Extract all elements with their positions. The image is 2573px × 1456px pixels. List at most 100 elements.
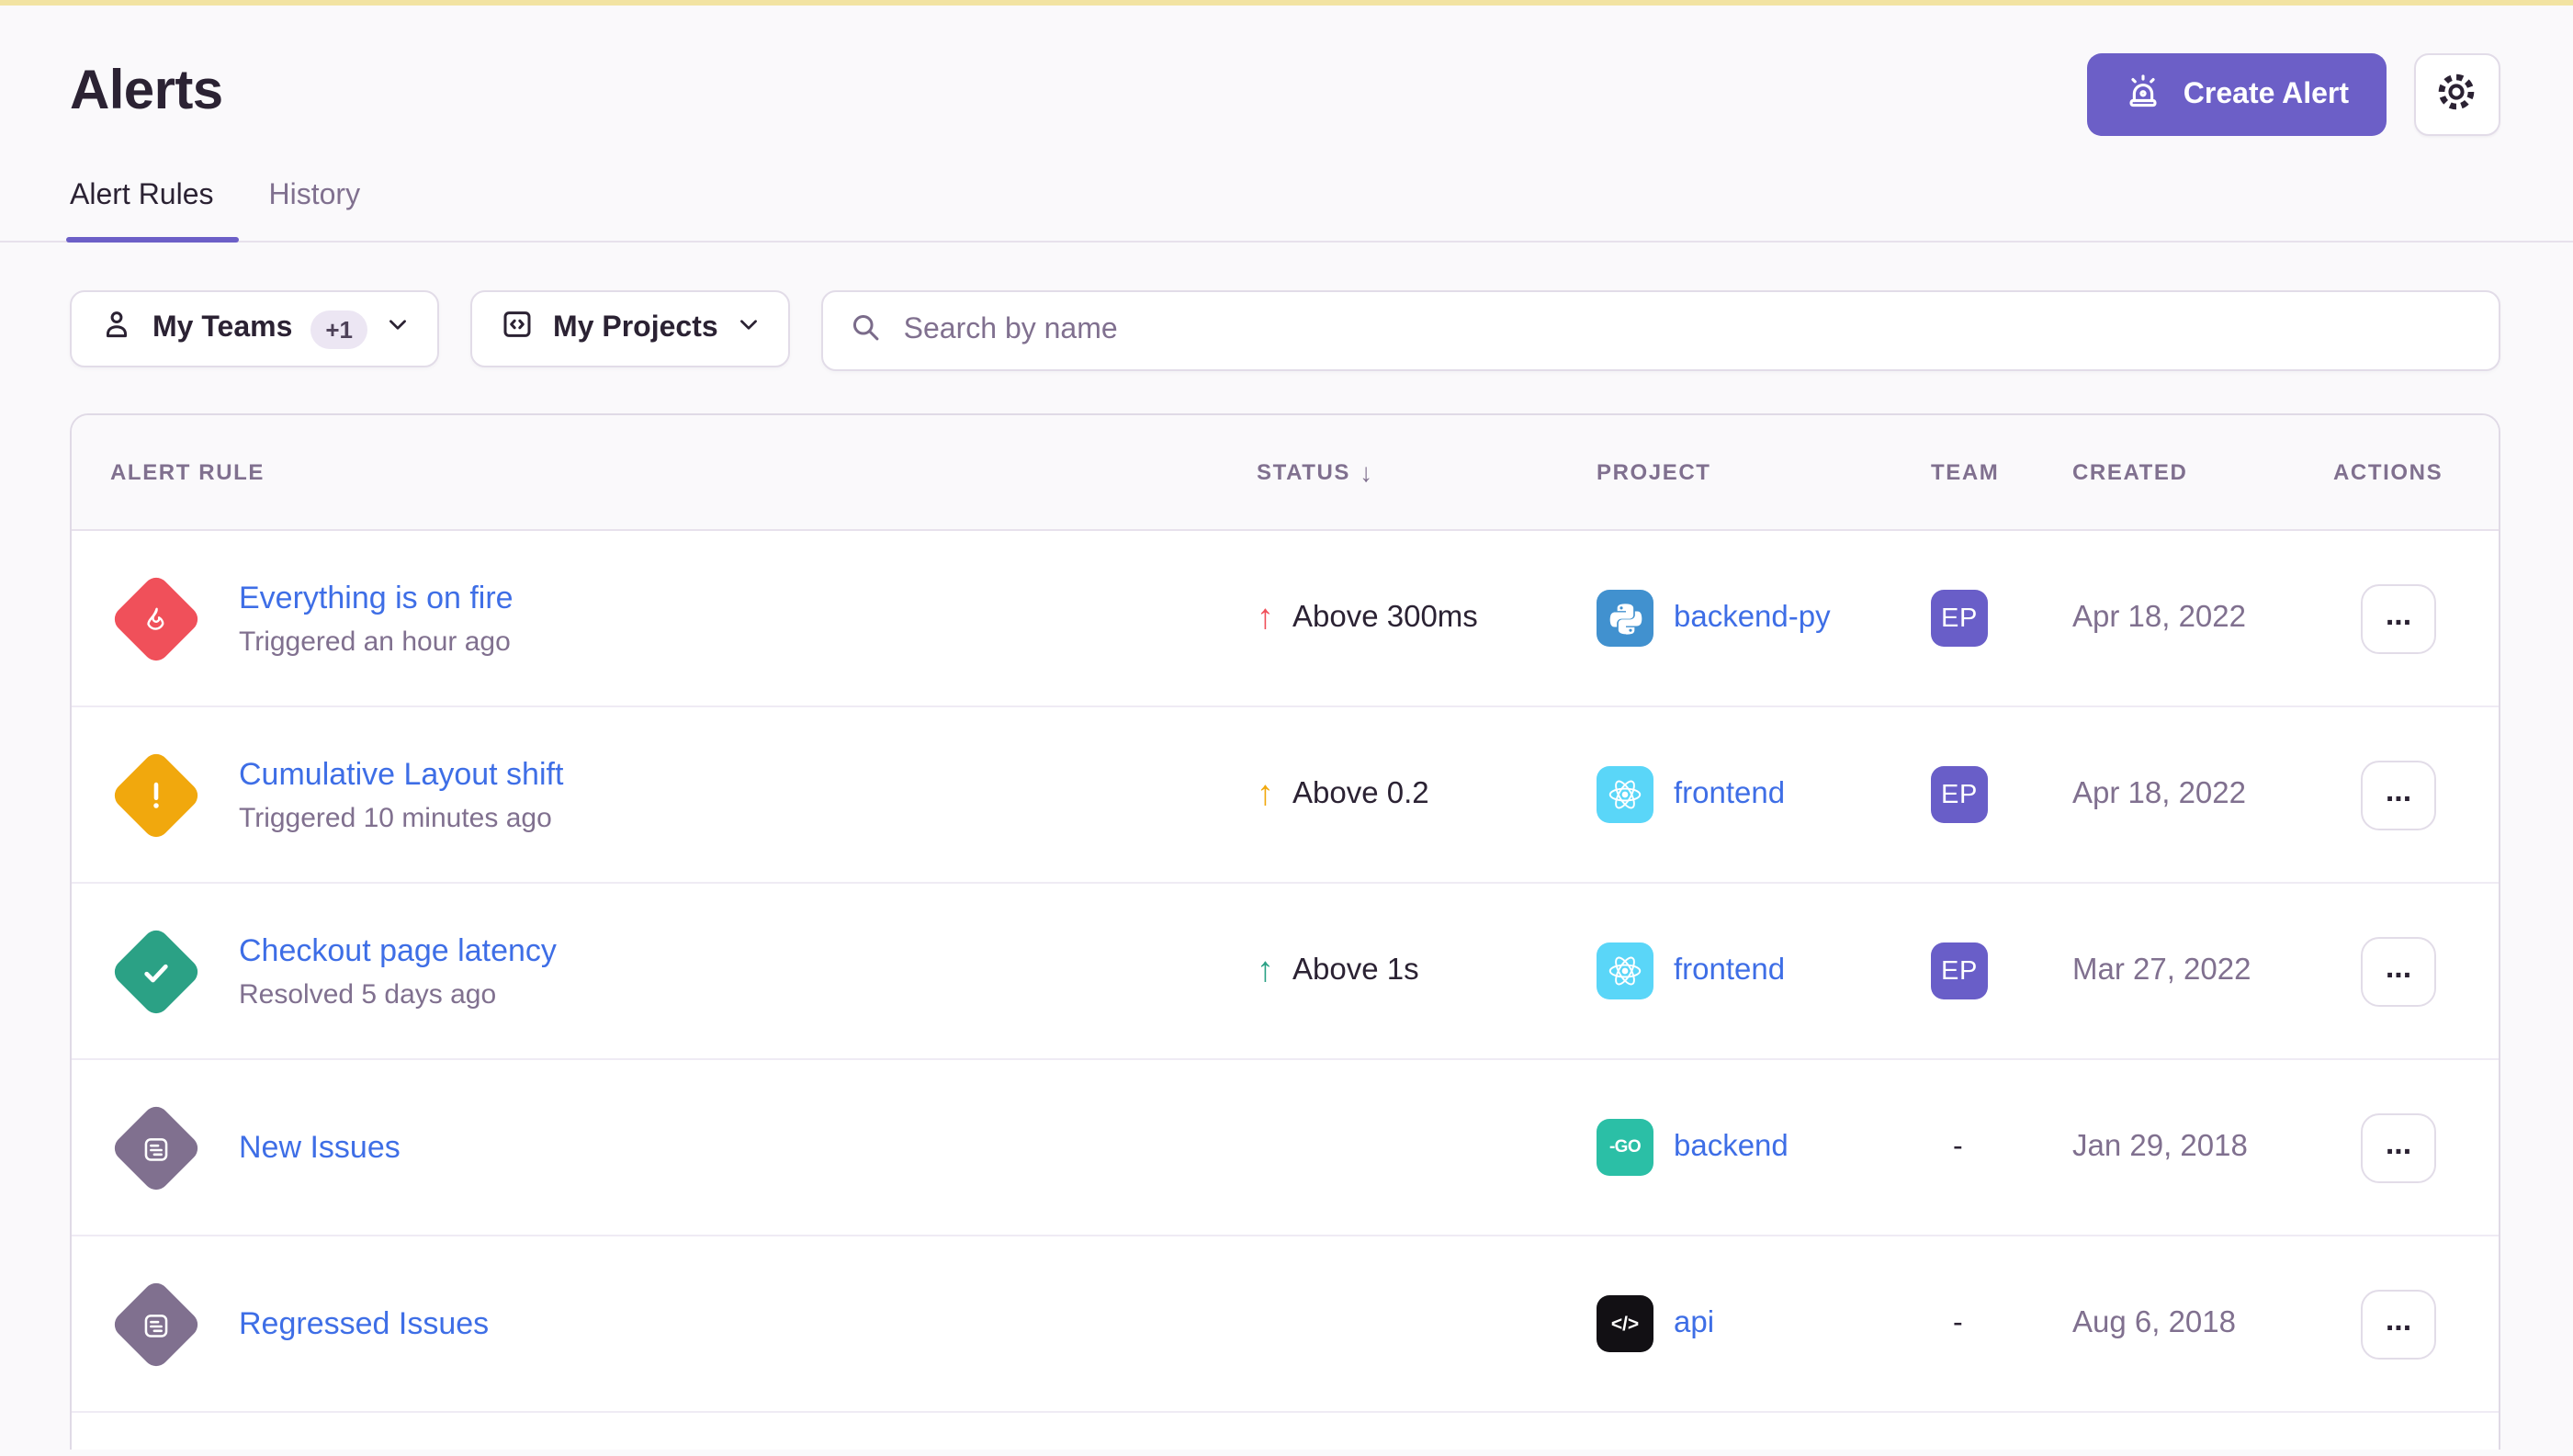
alert-rule-cell: New Issues (72, 1100, 1257, 1195)
gear-icon (2434, 70, 2478, 119)
project-icon (500, 307, 535, 351)
search-input[interactable] (900, 312, 2472, 349)
issues-icon (141, 1308, 172, 1339)
severity-icon (108, 923, 204, 1019)
table-row: Cumulative Layout shift Triggered 10 minu… (72, 707, 2498, 884)
alert-rule-subtitle: Resolved 5 days ago (239, 978, 557, 1010)
main-content: My Teams +1 My Projects (0, 243, 2573, 1450)
tab-history-label: History (269, 180, 361, 211)
status-text: Above 0.2 (1292, 777, 1429, 812)
table-row: Checkout page latency Resolved 5 days ago… (72, 884, 2498, 1060)
search-icon (849, 310, 882, 352)
team-cell: - (1931, 1307, 2072, 1340)
go-icon: -GO (1609, 1137, 1641, 1157)
actions-cell: ... (2333, 936, 2498, 1006)
severity-icon (108, 747, 204, 842)
project-link[interactable]: api (1674, 1306, 1714, 1341)
check-icon (139, 954, 174, 988)
teams-count-badge: +1 (310, 310, 367, 348)
chevron-down-icon (386, 312, 410, 345)
row-actions-button[interactable]: ... (2361, 936, 2436, 1006)
project-cell: frontend (1597, 766, 1931, 823)
issues-icon (141, 1132, 172, 1163)
status-cell: ↑Above 300ms (1257, 601, 1597, 636)
create-alert-label: Create Alert (2184, 78, 2349, 111)
code-icon: </> (1611, 1313, 1639, 1335)
exclamation-icon (136, 774, 176, 815)
teams-filter-dropdown[interactable]: My Teams +1 (70, 290, 439, 367)
row-actions-button[interactable]: ... (2361, 760, 2436, 830)
clipped-next-row (72, 1413, 2498, 1450)
column-header-alert-rule: Alert Rule (72, 459, 1257, 485)
tab-history[interactable]: History (269, 180, 361, 241)
python-icon (1607, 600, 1643, 637)
column-header-created: Created (2072, 459, 2333, 485)
sort-desc-icon: ↓ (1360, 457, 1374, 487)
row-actions-button[interactable]: ... (2361, 583, 2436, 653)
ellipsis-icon: ... (2386, 598, 2411, 629)
column-header-actions: Actions (2333, 459, 2498, 485)
alert-rule-link[interactable]: New Issues (239, 1129, 401, 1164)
severity-icon (108, 570, 204, 666)
ellipsis-icon: ... (2386, 774, 2411, 806)
alert-rule-text: Everything is on fireTriggered an hour a… (239, 580, 513, 657)
status-text: Above 300ms (1292, 601, 1478, 636)
alert-rule-subtitle: Triggered 10 minutes ago (239, 802, 563, 833)
alert-rule-link[interactable]: Everything is on fire (239, 580, 513, 615)
project-link[interactable]: backend (1674, 1130, 1789, 1165)
siren-icon (2125, 71, 2163, 119)
trend-up-icon: ↑ (1257, 777, 1274, 812)
row-actions-button[interactable]: ... (2361, 1112, 2436, 1182)
alert-rule-cell: Checkout page latency Resolved 5 days ago (72, 923, 1257, 1019)
alert-rule-cell: Regressed Issues (72, 1276, 1257, 1371)
table-header-row: Alert Rule Status↓ Project Team Created … (72, 415, 2498, 531)
team-cell: EP (1931, 590, 2072, 647)
table-row: New Issues-GObackend-Jan 29, 2018... (72, 1060, 2498, 1236)
alerts-page: Alerts Create Alert (0, 0, 2573, 1456)
severity-icon (108, 1100, 204, 1195)
tab-alert-rules[interactable]: Alert Rules (70, 180, 214, 241)
search-container (821, 290, 2500, 371)
created-date: Aug 6, 2018 (2072, 1306, 2333, 1341)
project-link[interactable]: frontend (1674, 777, 1785, 812)
create-alert-button[interactable]: Create Alert (2088, 53, 2386, 136)
team-badge: EP (1931, 590, 1988, 647)
column-header-status[interactable]: Status↓ (1257, 457, 1597, 487)
actions-cell: ... (2333, 583, 2498, 653)
alert-rule-text: Checkout page latency Resolved 5 days ago (239, 932, 557, 1010)
project-cell: </> api (1597, 1295, 1931, 1352)
trend-up-icon: ↑ (1257, 954, 1274, 988)
team-badge: EP (1931, 766, 1988, 823)
severity-icon (108, 1276, 204, 1371)
alert-rule-link[interactable]: Cumulative Layout shift (239, 756, 563, 791)
react-icon (1606, 952, 1644, 990)
page-header: Alerts Create Alert (0, 6, 2573, 136)
alert-settings-button[interactable] (2413, 53, 2500, 136)
projects-filter-dropdown[interactable]: My Projects (470, 290, 790, 367)
ellipsis-icon: ... (2386, 1127, 2411, 1158)
project-link[interactable]: frontend (1674, 954, 1785, 988)
actions-cell: ... (2333, 1289, 2498, 1359)
project-cell: backend-py (1597, 590, 1931, 647)
teams-filter-label: My Teams (152, 312, 292, 345)
created-date: Apr 18, 2022 (2072, 601, 2333, 636)
alert-rules-table: Alert Rule Status↓ Project Team Created … (70, 413, 2500, 1450)
table-row: Everything is on fireTriggered an hour a… (72, 531, 2498, 707)
user-icon (99, 307, 134, 351)
team-empty: - (1931, 1131, 1963, 1162)
created-date: Apr 18, 2022 (2072, 777, 2333, 812)
created-date: Mar 27, 2022 (2072, 954, 2333, 988)
alert-rule-link[interactable]: Checkout page latency (239, 932, 557, 967)
team-empty: - (1931, 1307, 1963, 1338)
project-link[interactable]: backend-py (1674, 601, 1831, 636)
alert-rule-text: Cumulative Layout shift Triggered 10 minu… (239, 756, 563, 833)
table-row: Regressed Issues </> api - Aug 6, 2018... (72, 1236, 2498, 1413)
table-body: Everything is on fireTriggered an hour a… (72, 531, 2498, 1413)
alert-rule-link[interactable]: Regressed Issues (239, 1305, 489, 1340)
tabs-bar: Alert Rules History (0, 180, 2573, 243)
row-actions-button[interactable]: ... (2361, 1289, 2436, 1359)
team-cell: EP (1931, 942, 2072, 999)
column-header-team: Team (1931, 459, 2072, 485)
alert-rule-cell: Cumulative Layout shift Triggered 10 minu… (72, 747, 1257, 842)
filter-bar: My Teams +1 My Projects (70, 290, 2500, 371)
